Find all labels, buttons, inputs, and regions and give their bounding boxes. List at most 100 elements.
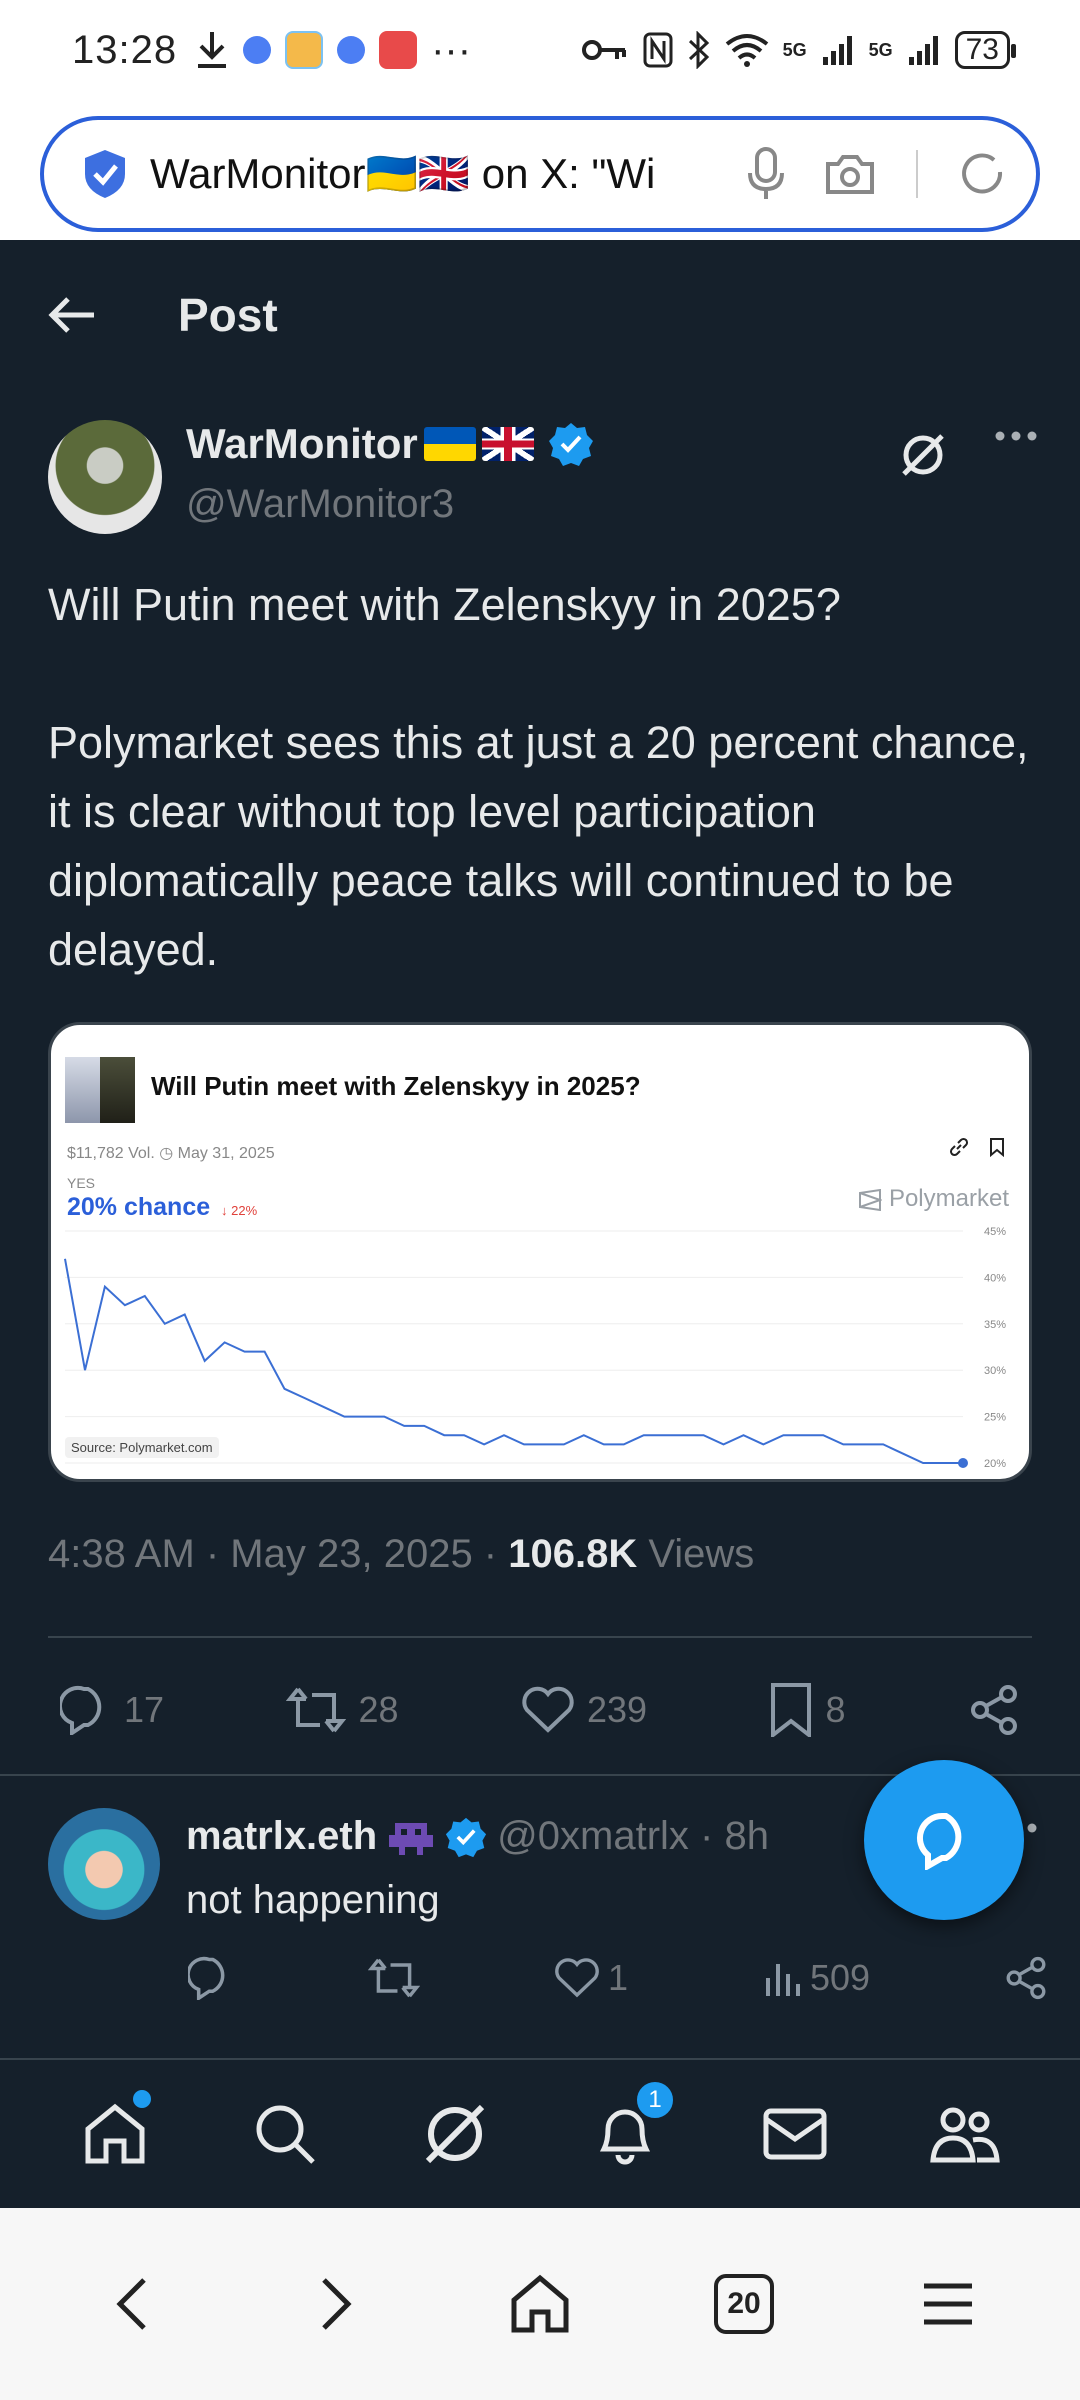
ukraine-flag-icon — [423, 427, 476, 461]
chevron-right-icon — [322, 2278, 352, 2330]
mail-icon — [763, 2108, 827, 2160]
back-arrow-icon[interactable] — [48, 295, 96, 335]
status-notification-icons: ··· — [195, 28, 471, 73]
notifications-badge: 1 — [635, 2080, 675, 2120]
reply-author-handle[interactable]: @0xmatrlx · 8h — [497, 1814, 769, 1859]
repost-count: 28 — [358, 1689, 399, 1730]
status-system-icons: 5G 5G 73 — [581, 31, 1017, 69]
browser-url-area: WarMonitor🇺🇦🇬🇧 on X: "Wi — [0, 100, 1080, 240]
reply-author-name[interactable]: matrlx.eth — [186, 1814, 377, 1859]
reply-like-button[interactable]: 1 — [554, 1957, 628, 1999]
grok-icon[interactable] — [898, 430, 948, 480]
home-icon — [85, 2103, 145, 2164]
home-icon — [511, 2274, 569, 2333]
app-notification-icon — [379, 31, 418, 69]
menu-icon — [924, 2283, 972, 2325]
reply-text: not happening — [186, 1878, 440, 1922]
key-icon — [581, 40, 626, 60]
verified-badge-icon[interactable] — [548, 421, 594, 467]
chart-series-line — [64, 1258, 963, 1464]
share-icon[interactable] — [1004, 1956, 1048, 2000]
reply-button[interactable]: 17 — [60, 1685, 164, 1735]
post-meta: 4:38 AM · May 23, 2025 · 106.8K Views — [48, 1532, 754, 1577]
browser-menu-button[interactable] — [903, 2259, 993, 2349]
tabs-count: 20 — [714, 2274, 774, 2334]
bluetooth-icon — [688, 31, 709, 69]
nav-home[interactable] — [75, 2090, 155, 2174]
nav-search[interactable] — [245, 2094, 325, 2174]
reply-icon — [60, 1685, 102, 1735]
share-button[interactable] — [968, 1684, 1020, 1736]
heart-icon — [522, 1686, 574, 1733]
page-header: Post — [0, 240, 1080, 390]
status-time: 13:28 — [72, 27, 178, 72]
browser-back-button[interactable] — [87, 2259, 177, 2349]
like-button[interactable]: 239 — [521, 1686, 647, 1734]
views-count: 106.8K — [508, 1532, 638, 1576]
repost-button[interactable]: 28 — [286, 1685, 399, 1735]
shield-icon[interactable] — [82, 148, 128, 200]
author-handle[interactable]: @WarMonitor3 — [186, 482, 594, 527]
signal-icon — [822, 36, 852, 65]
nav-communities[interactable] — [925, 2094, 1005, 2174]
author-name[interactable]: WarMonitor — [186, 420, 418, 468]
reload-icon[interactable] — [958, 150, 1006, 198]
post-image[interactable]: Will Putin meet with Zelenskyy in 2025? … — [48, 1022, 1032, 1482]
chart-tick-label: 30% — [984, 1365, 1006, 1377]
address-bar[interactable]: WarMonitor🇺🇦🇬🇧 on X: "Wi — [40, 116, 1040, 232]
network-type-1: 5G — [782, 39, 807, 60]
download-icon — [198, 32, 227, 68]
post-author: WarMonitor @WarMonitor3 — [48, 420, 1038, 540]
bookmark-button[interactable]: 8 — [769, 1683, 846, 1737]
app-notification-icon — [337, 36, 366, 64]
microphone-icon[interactable] — [748, 147, 784, 201]
probability-chart: 45% 40% 35% 30% 25% 20% — [64, 1226, 1006, 1470]
post-timestamp[interactable]: 4:38 AM · May 23, 2025 · — [48, 1532, 508, 1576]
chat-bubble-icon — [916, 1812, 962, 1870]
nav-messages[interactable] — [755, 2094, 835, 2174]
network-type-2: 5G — [868, 39, 893, 60]
chart-tick-label: 25% — [984, 1412, 1006, 1424]
chart-source: Source: Polymarket.com — [65, 1437, 219, 1458]
nav-notifications[interactable]: 1 — [585, 2080, 675, 2174]
communities-icon — [930, 2107, 1000, 2163]
reply-like-count: 1 — [607, 1957, 628, 1998]
share-icon — [970, 1685, 1017, 1735]
status-bar: 13:28 ··· 5G 5G 73 — [0, 0, 1080, 100]
search-icon — [256, 2105, 315, 2164]
camera-icon[interactable] — [824, 152, 876, 196]
wifi-icon — [725, 34, 768, 67]
chart-tick-label: 20% — [984, 1458, 1006, 1470]
reply-count: 17 — [124, 1689, 165, 1730]
url-text[interactable]: WarMonitor🇺🇦🇬🇧 on X: "Wi — [150, 150, 690, 199]
page-title: Post — [178, 289, 278, 341]
battery-indicator: 73 — [954, 31, 1017, 69]
browser-forward-button[interactable] — [291, 2259, 381, 2349]
signal-icon — [908, 36, 938, 65]
divider — [48, 1636, 1032, 1638]
nav-grok[interactable] — [415, 2094, 495, 2174]
analytics-icon — [765, 1964, 800, 1996]
avatar[interactable] — [48, 420, 162, 534]
url-separator — [916, 150, 918, 198]
chart-last-point — [958, 1458, 968, 1468]
more-options-icon[interactable] — [994, 430, 1038, 442]
avatar[interactable] — [48, 1808, 160, 1920]
more-notifications-icon: ··· — [431, 27, 472, 72]
browser-home-button[interactable] — [495, 2259, 585, 2349]
reply-icon[interactable] — [188, 1956, 234, 2000]
verified-badge-icon[interactable] — [445, 1816, 487, 1858]
alien-emoji-icon — [389, 1822, 434, 1855]
reply-views-button[interactable]: 509 — [762, 1957, 870, 1999]
chart-tick-label: 45% — [984, 1226, 1006, 1238]
browser-toolbar: 20 — [0, 2208, 1080, 2400]
heart-icon — [555, 1958, 599, 1998]
post-actions: 17 28 239 8 — [60, 1670, 1020, 1750]
uk-flag-icon — [481, 427, 534, 461]
like-count: 239 — [586, 1689, 648, 1730]
nfc-icon — [643, 32, 673, 68]
reply-views-count: 509 — [809, 1957, 871, 1998]
repost-icon[interactable] — [367, 1956, 420, 2000]
browser-tabs-button[interactable]: 20 — [699, 2259, 789, 2349]
compose-reply-button[interactable] — [864, 1760, 1024, 1920]
